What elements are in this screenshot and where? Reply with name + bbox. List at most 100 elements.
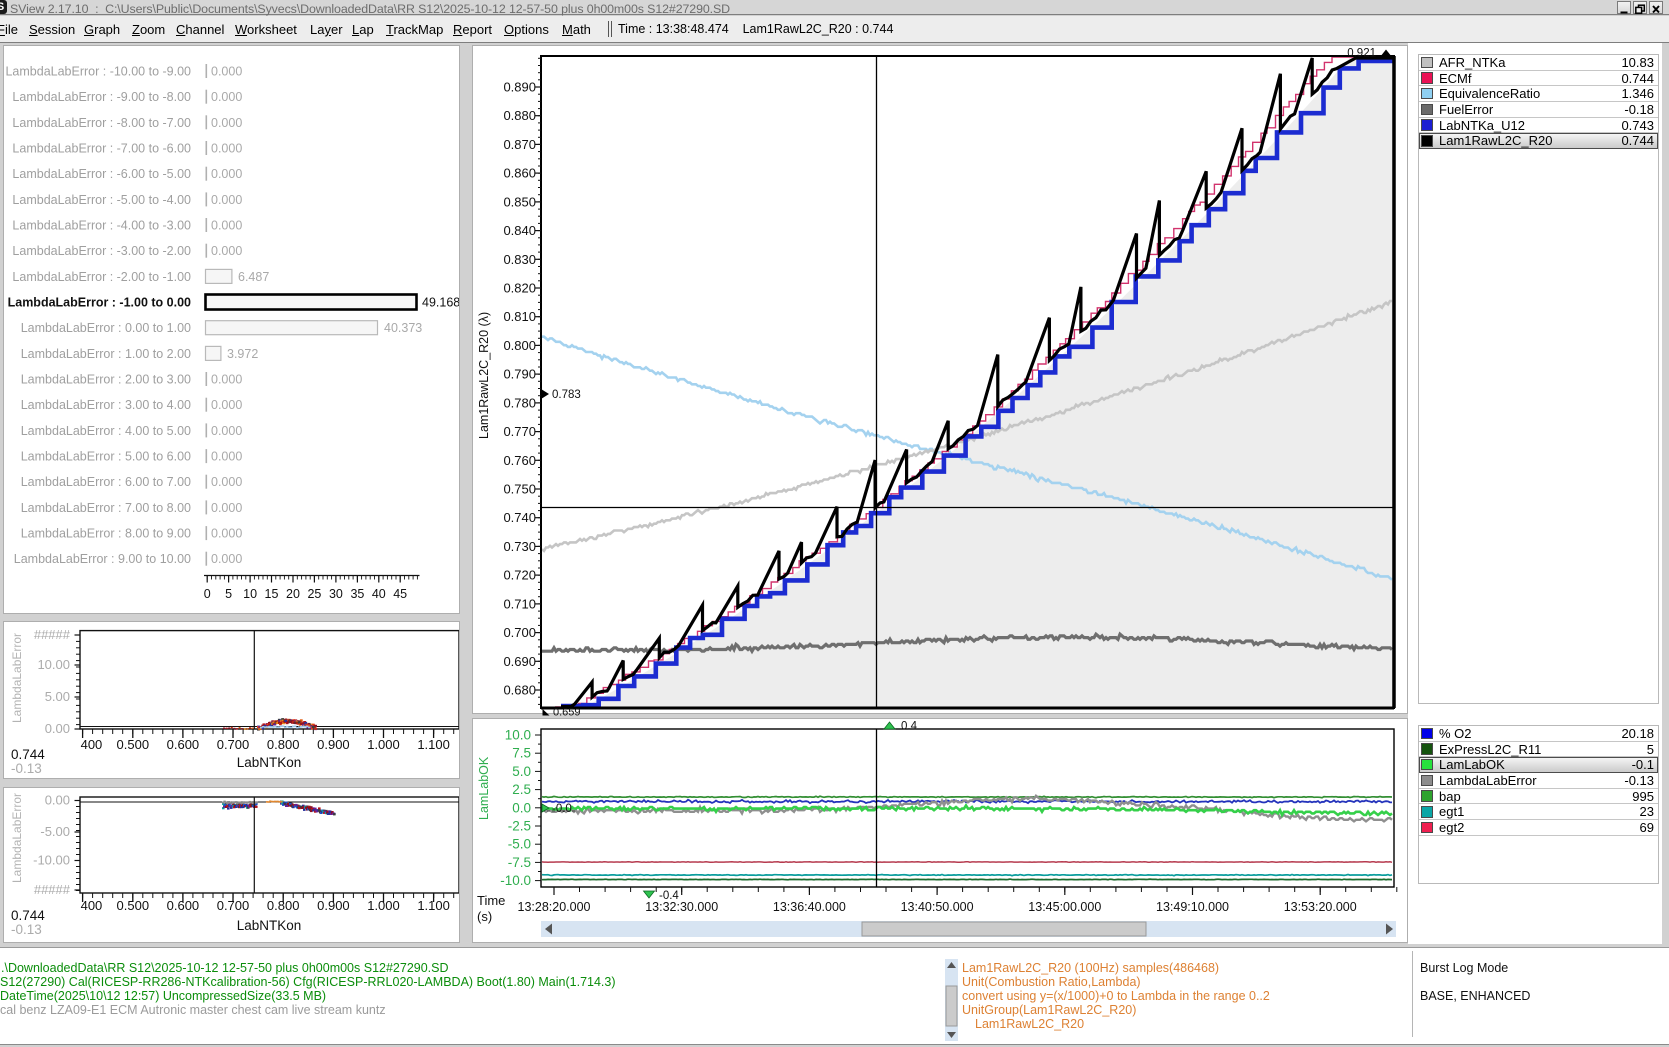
svg-text:0.000: 0.000	[211, 475, 242, 489]
svg-text:0.000: 0.000	[211, 167, 242, 181]
svg-text:0.790: 0.790	[503, 367, 536, 382]
svg-text:LambdaLabError : 5.00 to 6.00: LambdaLabError : 5.00 to 6.00	[21, 450, 191, 464]
svg-text:0.810: 0.810	[503, 309, 536, 324]
svg-text:40.373: 40.373	[384, 321, 422, 335]
svg-text:6.487: 6.487	[238, 270, 269, 284]
svg-text:15: 15	[265, 587, 279, 601]
svg-text:0.770: 0.770	[503, 424, 536, 439]
svg-text:0.880: 0.880	[503, 108, 536, 123]
svg-text:#####: #####	[34, 882, 71, 897]
svg-text:5.0: 5.0	[512, 764, 531, 779]
svg-text:LambdaLabError : 2.00 to 3.00: LambdaLabError : 2.00 to 3.00	[21, 373, 191, 387]
svg-text:0.740: 0.740	[503, 510, 536, 525]
svg-text:0.0: 0.0	[512, 800, 531, 815]
svg-text:10.0: 10.0	[505, 728, 531, 743]
svg-text:0.760: 0.760	[503, 453, 536, 468]
svg-text:LambdaLabError : 7.00 to 8.00: LambdaLabError : 7.00 to 8.00	[21, 501, 191, 515]
svg-text:0.00: 0.00	[45, 793, 70, 808]
svg-text:#####: #####	[34, 627, 71, 642]
svg-text:0.850: 0.850	[503, 194, 536, 209]
svg-text:0.890: 0.890	[503, 80, 536, 95]
svg-text:0.000: 0.000	[211, 398, 242, 412]
svg-text:-10.0: -10.0	[500, 873, 531, 888]
svg-text:LambdaLabError : 4.00 to 5.00: LambdaLabError : 4.00 to 5.00	[21, 424, 191, 438]
svg-text:LambdaLabError : -1.00 to 0.00: LambdaLabError : -1.00 to 0.00	[8, 296, 191, 310]
svg-text:0.000: 0.000	[211, 373, 242, 387]
svg-text:5.00: 5.00	[45, 689, 70, 704]
svg-text:400: 400	[81, 898, 103, 913]
svg-text:LabNTKon: LabNTKon	[237, 918, 302, 933]
svg-text:35: 35	[350, 587, 364, 601]
svg-text:0.783: 0.783	[552, 389, 581, 401]
svg-text:LambdaLabError : -3.00 to -2.0: LambdaLabError : -3.00 to -2.00	[12, 244, 191, 258]
svg-text:-7.5: -7.5	[508, 855, 531, 870]
svg-text:0.000: 0.000	[211, 219, 242, 233]
svg-text:-0.0: -0.0	[552, 803, 572, 815]
svg-text:0.720: 0.720	[503, 568, 536, 583]
svg-text:0.800: 0.800	[267, 898, 300, 913]
svg-text:0.000: 0.000	[211, 501, 242, 515]
svg-text:-5.0: -5.0	[508, 837, 531, 852]
svg-text:0.00: 0.00	[45, 721, 70, 736]
svg-text:-5.00: -5.00	[40, 824, 70, 839]
svg-text:0.840: 0.840	[503, 223, 536, 238]
svg-text:0.700: 0.700	[503, 625, 536, 640]
svg-text:10.00: 10.00	[37, 657, 70, 672]
svg-text:0.700: 0.700	[217, 737, 250, 752]
svg-text:30: 30	[329, 587, 343, 601]
svg-text:20: 20	[286, 587, 300, 601]
svg-text:0.750: 0.750	[503, 482, 536, 497]
svg-text:10: 10	[243, 587, 257, 601]
svg-text:7.5: 7.5	[512, 746, 531, 761]
svg-text:LambdaLabError : 3.00 to 4.00: LambdaLabError : 3.00 to 4.00	[21, 398, 191, 412]
svg-text:13:28:20.000: 13:28:20.000	[518, 900, 591, 914]
svg-text:0.600: 0.600	[167, 898, 200, 913]
svg-text:0.820: 0.820	[503, 281, 536, 296]
svg-text:0.780: 0.780	[503, 395, 536, 410]
svg-text:0.000: 0.000	[211, 193, 242, 207]
svg-text:LambdaLabError : 8.00 to 9.00: LambdaLabError : 8.00 to 9.00	[21, 527, 191, 541]
svg-text:LambdaLabError : -8.00 to -7.0: LambdaLabError : -8.00 to -7.00	[12, 116, 191, 130]
svg-text:(s): (s)	[477, 909, 492, 924]
svg-text:0.690: 0.690	[503, 654, 536, 669]
svg-text:2.5: 2.5	[512, 782, 531, 797]
svg-text:0.000: 0.000	[211, 244, 242, 258]
svg-text:13:36:40.000: 13:36:40.000	[773, 900, 846, 914]
svg-text:0.000: 0.000	[211, 552, 242, 566]
svg-text:LambdaLabError : -6.00 to -5.0: LambdaLabError : -6.00 to -5.00	[12, 167, 191, 181]
svg-text:0.000: 0.000	[211, 424, 242, 438]
svg-text:5: 5	[225, 587, 232, 601]
svg-text:1.100: 1.100	[417, 737, 450, 752]
svg-text:0.710: 0.710	[503, 596, 536, 611]
svg-text:Time: Time	[477, 893, 505, 908]
svg-text:0.000: 0.000	[211, 116, 242, 130]
svg-text:LambdaLabError : -10.00 to -9.: LambdaLabError : -10.00 to -9.00	[5, 65, 191, 79]
svg-text:0.659: 0.659	[553, 707, 581, 719]
svg-text:0.900: 0.900	[317, 737, 350, 752]
svg-text:LambdaLabError : 1.00 to 2.00: LambdaLabError : 1.00 to 2.00	[21, 347, 191, 361]
svg-text:0: 0	[204, 587, 211, 601]
svg-text:0.800: 0.800	[267, 737, 300, 752]
svg-text:-0.4: -0.4	[659, 890, 679, 902]
svg-text:1.100: 1.100	[417, 898, 450, 913]
svg-text:LambdaLabError : -9.00 to -8.0: LambdaLabError : -9.00 to -8.00	[12, 90, 191, 104]
svg-text:LambdaLabError : -7.00 to -6.0: LambdaLabError : -7.00 to -6.00	[12, 142, 191, 156]
svg-text:0.000: 0.000	[211, 450, 242, 464]
svg-text:0.500: 0.500	[117, 898, 150, 913]
svg-text:49.168: 49.168	[422, 296, 459, 310]
svg-text:13:49:10.000: 13:49:10.000	[1156, 900, 1229, 914]
svg-text:0.680: 0.680	[503, 683, 536, 698]
svg-text:0.700: 0.700	[217, 898, 250, 913]
svg-text:0.600: 0.600	[167, 737, 200, 752]
svg-text:0.4: 0.4	[901, 721, 918, 733]
svg-text:400: 400	[81, 737, 103, 752]
svg-text:40: 40	[372, 587, 386, 601]
svg-text:0.000: 0.000	[211, 90, 242, 104]
svg-text:13:53:20.000: 13:53:20.000	[1284, 900, 1357, 914]
svg-text:0.870: 0.870	[503, 137, 536, 152]
svg-text:13:45:00.000: 13:45:00.000	[1028, 900, 1101, 914]
svg-text:LabNTKon: LabNTKon	[237, 755, 302, 770]
svg-text:1.000: 1.000	[367, 898, 400, 913]
svg-text:0.000: 0.000	[211, 142, 242, 156]
svg-text:13:32:30.000: 13:32:30.000	[645, 900, 718, 914]
